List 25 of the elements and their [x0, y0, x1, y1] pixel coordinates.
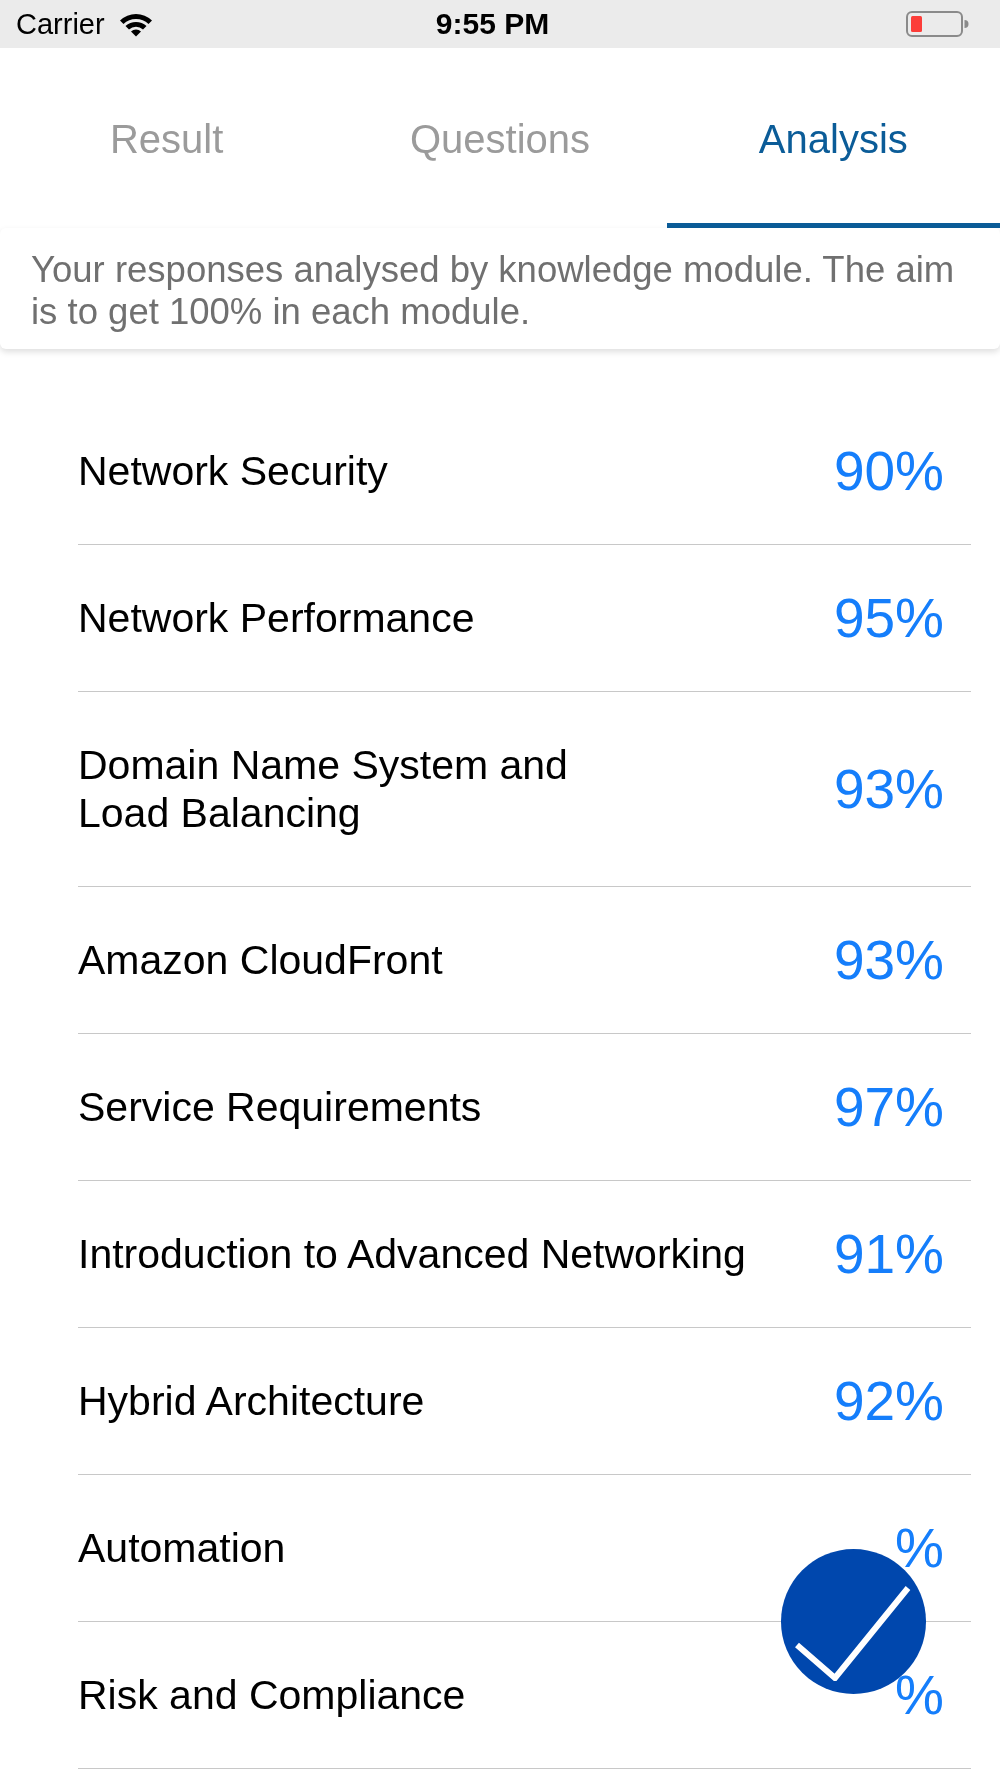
carrier-name: Carrier — [16, 7, 105, 41]
battery-icon — [906, 11, 969, 37]
module-name: Network Performance — [78, 594, 475, 642]
module-name: Service Requirements — [78, 1083, 482, 1131]
wifi-icon — [118, 11, 153, 37]
module-score: 95% — [833, 594, 944, 642]
module-score: 90% — [833, 447, 944, 495]
module-score: 91% — [833, 1230, 944, 1278]
module-score: 93% — [833, 765, 944, 813]
module-name: Amazon CloudFront — [78, 936, 443, 984]
status-time: 9:55 PM — [435, 7, 550, 41]
tab[interactable]: Result — [0, 48, 334, 228]
module-score: % — [895, 1671, 944, 1719]
module-score: 97% — [833, 1083, 944, 1131]
module-name: Network Security — [78, 447, 388, 495]
tab[interactable]: Questions — [333, 48, 667, 228]
module-score: 93% — [833, 936, 944, 984]
module-score: 92% — [833, 1377, 944, 1425]
module-name: Risk and Compliance — [78, 1671, 466, 1719]
module-name: Introduction to Advanced Networking — [78, 1230, 746, 1278]
module-name: Hybrid Architecture — [78, 1377, 425, 1425]
module-name: Automation — [78, 1524, 286, 1572]
module-score: % — [895, 1524, 944, 1572]
description-text: Your responses analysed by knowledge module. The aim is to get 100% in each module. — [0, 228, 1000, 349]
module-name: Domain Name System and Load Balancing — [78, 741, 568, 837]
